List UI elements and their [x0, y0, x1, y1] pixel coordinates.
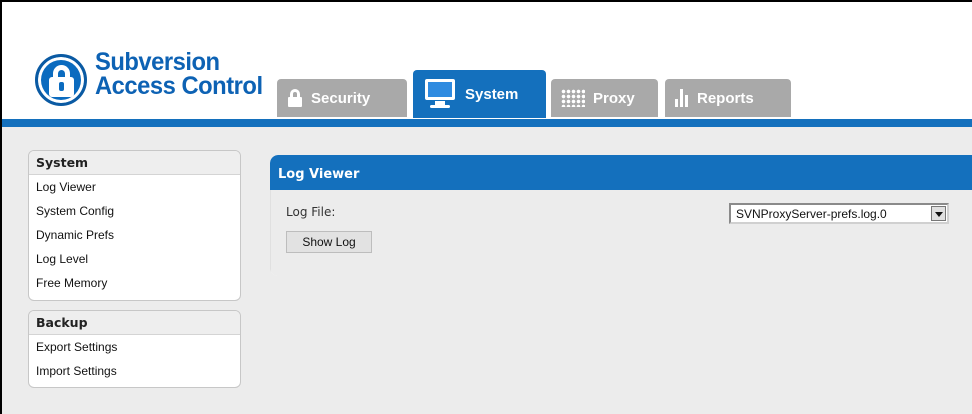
log-file-select[interactable]: SVNProxyServer-prefs.log.0: [729, 203, 949, 224]
sidebar-item-import-settings[interactable]: Import Settings: [29, 359, 240, 383]
sidebar-section-system: System Log Viewer System Config Dynamic …: [28, 150, 241, 301]
bar-chart-icon: [675, 89, 689, 107]
tab-security[interactable]: Security: [277, 79, 407, 117]
app-name-line1: Subversion: [95, 48, 220, 76]
tab-security-label: Security: [311, 89, 371, 107]
tab-system[interactable]: System: [413, 70, 546, 118]
app-name-line2: Access Control: [95, 72, 263, 100]
sidebar-header-system: System: [29, 151, 240, 175]
tab-proxy[interactable]: Proxy: [551, 79, 658, 117]
log-file-select-value: SVNProxyServer-prefs.log.0: [736, 207, 887, 221]
monitor-icon: [423, 78, 457, 110]
sidebar-item-export-settings[interactable]: Export Settings: [29, 335, 240, 359]
network-dots-icon: [561, 89, 585, 107]
tab-underline-band: [2, 119, 972, 127]
sidebar-item-dynamic-prefs[interactable]: Dynamic Prefs: [29, 223, 240, 247]
sidebar-section-backup: Backup Export Settings Import Settings: [28, 310, 241, 388]
sidebar-item-free-memory[interactable]: Free Memory: [29, 271, 240, 295]
tab-reports-label: Reports: [697, 89, 754, 107]
app-name: Subversion Access Control: [95, 48, 263, 100]
sidebar-item-system-config[interactable]: System Config: [29, 199, 240, 223]
tab-system-label: System: [465, 85, 519, 103]
panel-title: Log Viewer: [270, 155, 972, 190]
chevron-down-icon[interactable]: [931, 206, 946, 221]
tab-proxy-label: Proxy: [593, 89, 635, 107]
tab-reports[interactable]: Reports: [665, 79, 791, 117]
app-logo: Subversion Access Control: [35, 50, 275, 120]
sidebar-item-log-level[interactable]: Log Level: [29, 247, 240, 271]
show-log-button[interactable]: Show Log: [286, 231, 372, 253]
sidebar-header-backup: Backup: [29, 311, 240, 335]
lock-icon: [287, 89, 303, 107]
panel-body: Log File: SVNProxyServer-prefs.log.0 Sho…: [270, 190, 972, 276]
log-file-label: Log File:: [286, 205, 336, 219]
log-viewer-panel: Log Viewer Log File: SVNProxyServer-pref…: [270, 155, 972, 276]
lock-logo-icon: [35, 54, 87, 106]
sidebar-item-log-viewer[interactable]: Log Viewer: [29, 175, 240, 199]
